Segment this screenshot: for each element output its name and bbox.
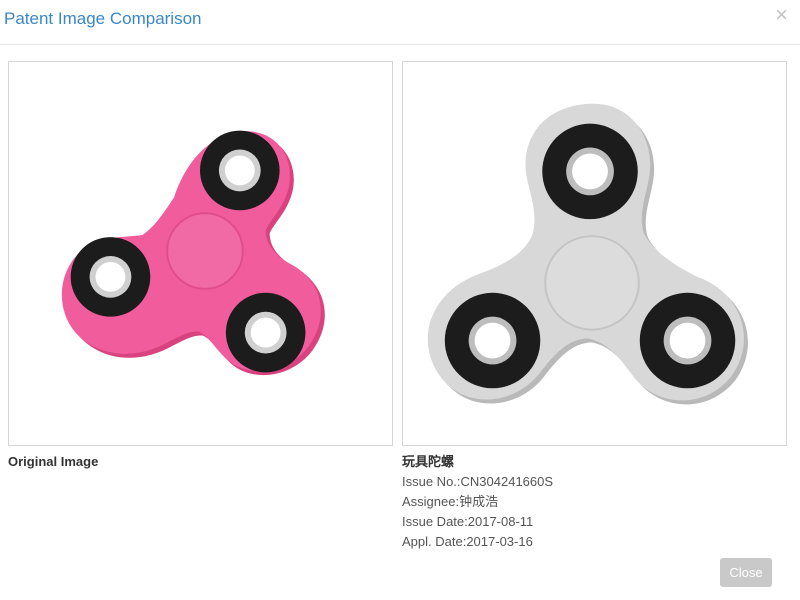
bearing-right (639, 292, 736, 389)
original-image-caption: Original Image (8, 454, 99, 469)
close-icon[interactable]: × (775, 4, 788, 26)
bearing-left (70, 237, 151, 317)
bearing-top (200, 130, 280, 211)
spinner-hub (166, 212, 244, 290)
dialog-title: Patent Image Comparison (4, 9, 202, 28)
pink-fidget-spinner-image (61, 130, 325, 376)
assignee: Assignee:钟成浩 (402, 494, 499, 509)
dialog-header: Patent Image Comparison × (0, 0, 800, 45)
bearing-left (444, 292, 541, 389)
bearing-right (225, 292, 306, 373)
close-button[interactable]: Close (720, 558, 772, 587)
issue-date: Issue Date:2017-08-11 (402, 514, 534, 529)
bearing-top (542, 123, 638, 220)
patent-info: 玩具陀螺 Issue No.:CN304241660S Assignee:钟成浩… (402, 452, 553, 552)
issue-number: Issue No.:CN304241660S (402, 474, 554, 489)
matched-patent-image (402, 61, 787, 446)
spinner-hub (544, 235, 640, 331)
grey-fidget-spinner-image (427, 103, 748, 405)
original-image (8, 61, 393, 446)
patent-name[interactable]: 玩具陀螺 (402, 452, 553, 472)
application-date: Appl. Date:2017-03-16 (402, 534, 533, 549)
